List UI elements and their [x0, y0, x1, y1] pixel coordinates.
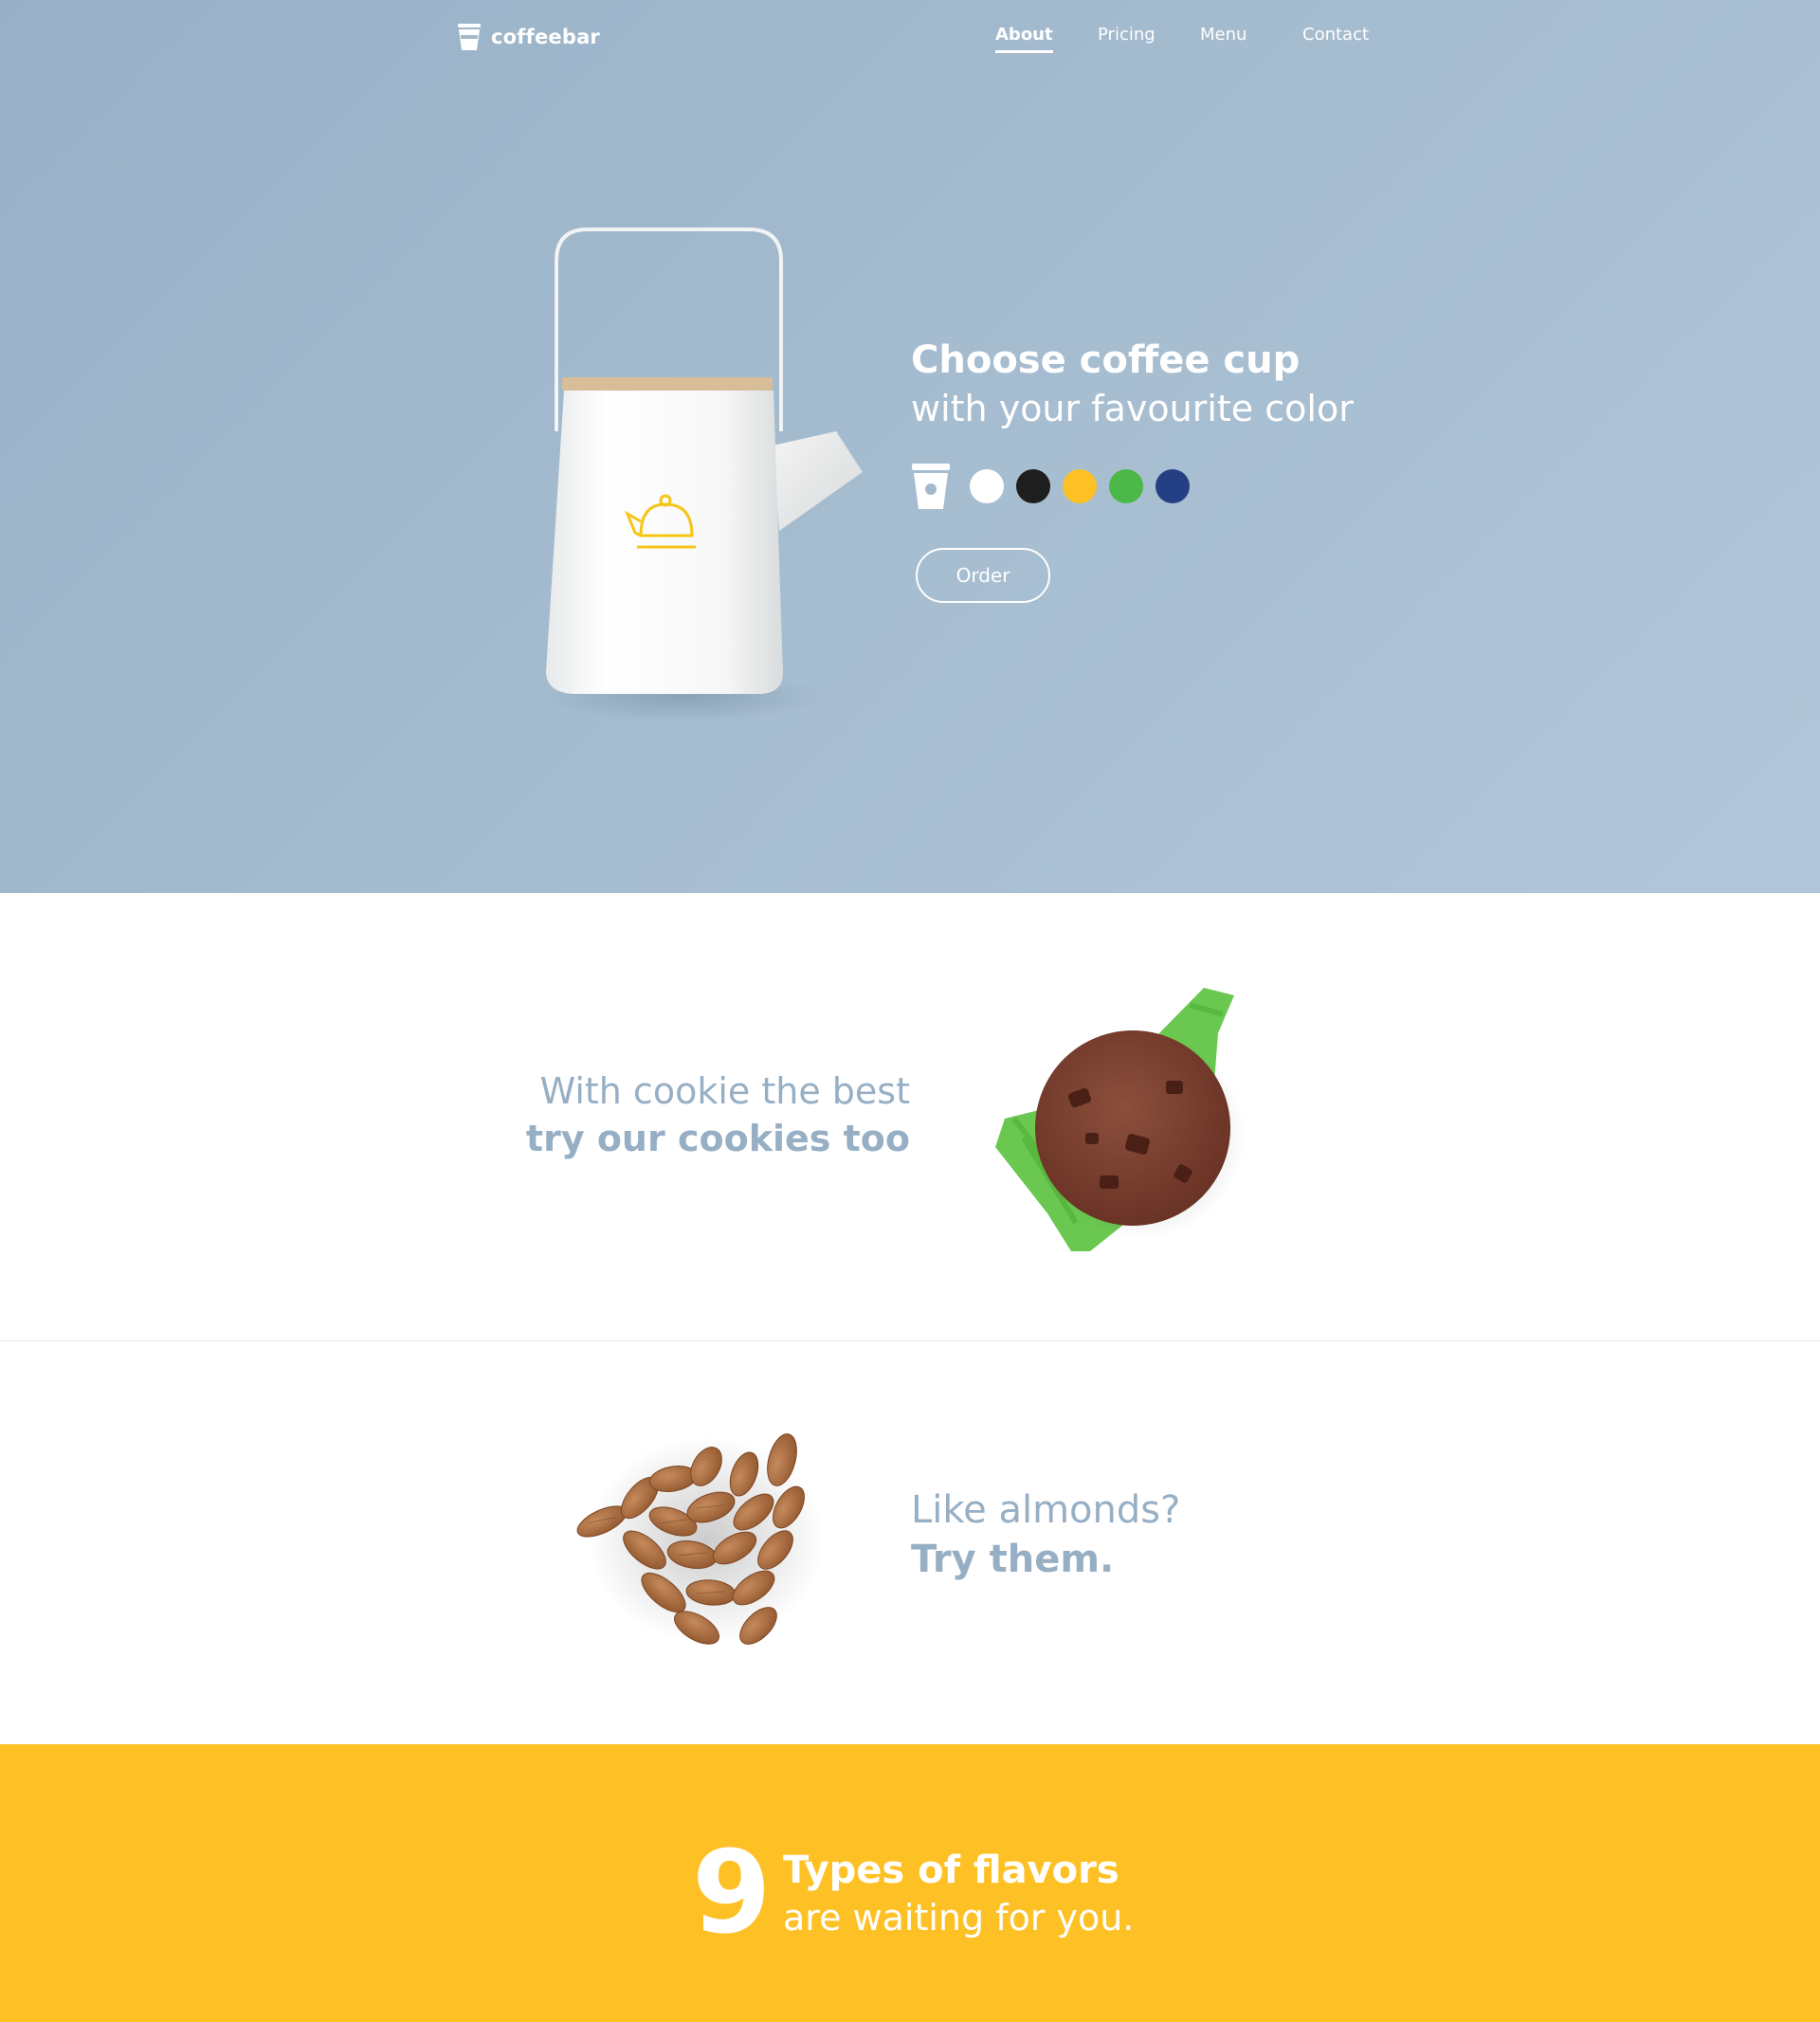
swatch-green[interactable]: [1109, 469, 1143, 503]
nav-contact[interactable]: Contact: [1302, 25, 1369, 50]
cookie-section: With cookie the best try our cookies too: [0, 893, 1820, 1341]
cookie-line1: With cookie the best: [539, 1070, 910, 1112]
nav-menu[interactable]: Menu: [1200, 25, 1247, 50]
swatch-black[interactable]: [1016, 469, 1050, 503]
cookie-image: [995, 988, 1246, 1251]
order-button[interactable]: Order: [916, 548, 1050, 603]
cup-icon: [912, 464, 950, 509]
hero-heading: Choose coffee cup with your favourite co…: [911, 336, 1354, 432]
flavors-section: 9 Types of flavors are waiting for you.: [0, 1744, 1820, 2022]
flavors-subtitle: are waiting for you.: [783, 1897, 1135, 1939]
hero-title-bold: Choose coffee cup: [911, 338, 1301, 382]
main-nav: About Pricing Menu Contact: [0, 25, 1820, 63]
almond-section: Like almonds? Try them.: [0, 1341, 1820, 1744]
almond-line2: Try them.: [911, 1538, 1115, 1581]
almond-heading: Like almonds? Try them.: [911, 1485, 1180, 1584]
cookie-heading: With cookie the best try our cookies too: [526, 1067, 910, 1162]
swatch-yellow[interactable]: [1063, 469, 1097, 503]
nav-pricing[interactable]: Pricing: [1098, 25, 1156, 50]
hero-section: coffeebar About Pricing Menu Contact Cho…: [0, 0, 1820, 893]
flavors-count: 9: [692, 1828, 772, 1959]
almond-image: [576, 1433, 825, 1645]
nav-about[interactable]: About: [995, 25, 1053, 53]
kettle-image: [540, 228, 863, 721]
cookie-line2: try our cookies too: [525, 1118, 910, 1159]
hero-title-light: with your favourite color: [911, 388, 1354, 429]
flavors-title: Types of flavors: [783, 1849, 1119, 1892]
color-picker: [911, 463, 1202, 510]
almond-line1: Like almonds?: [911, 1488, 1181, 1532]
swatch-white[interactable]: [970, 469, 1004, 503]
swatch-blue[interactable]: [1156, 469, 1190, 503]
